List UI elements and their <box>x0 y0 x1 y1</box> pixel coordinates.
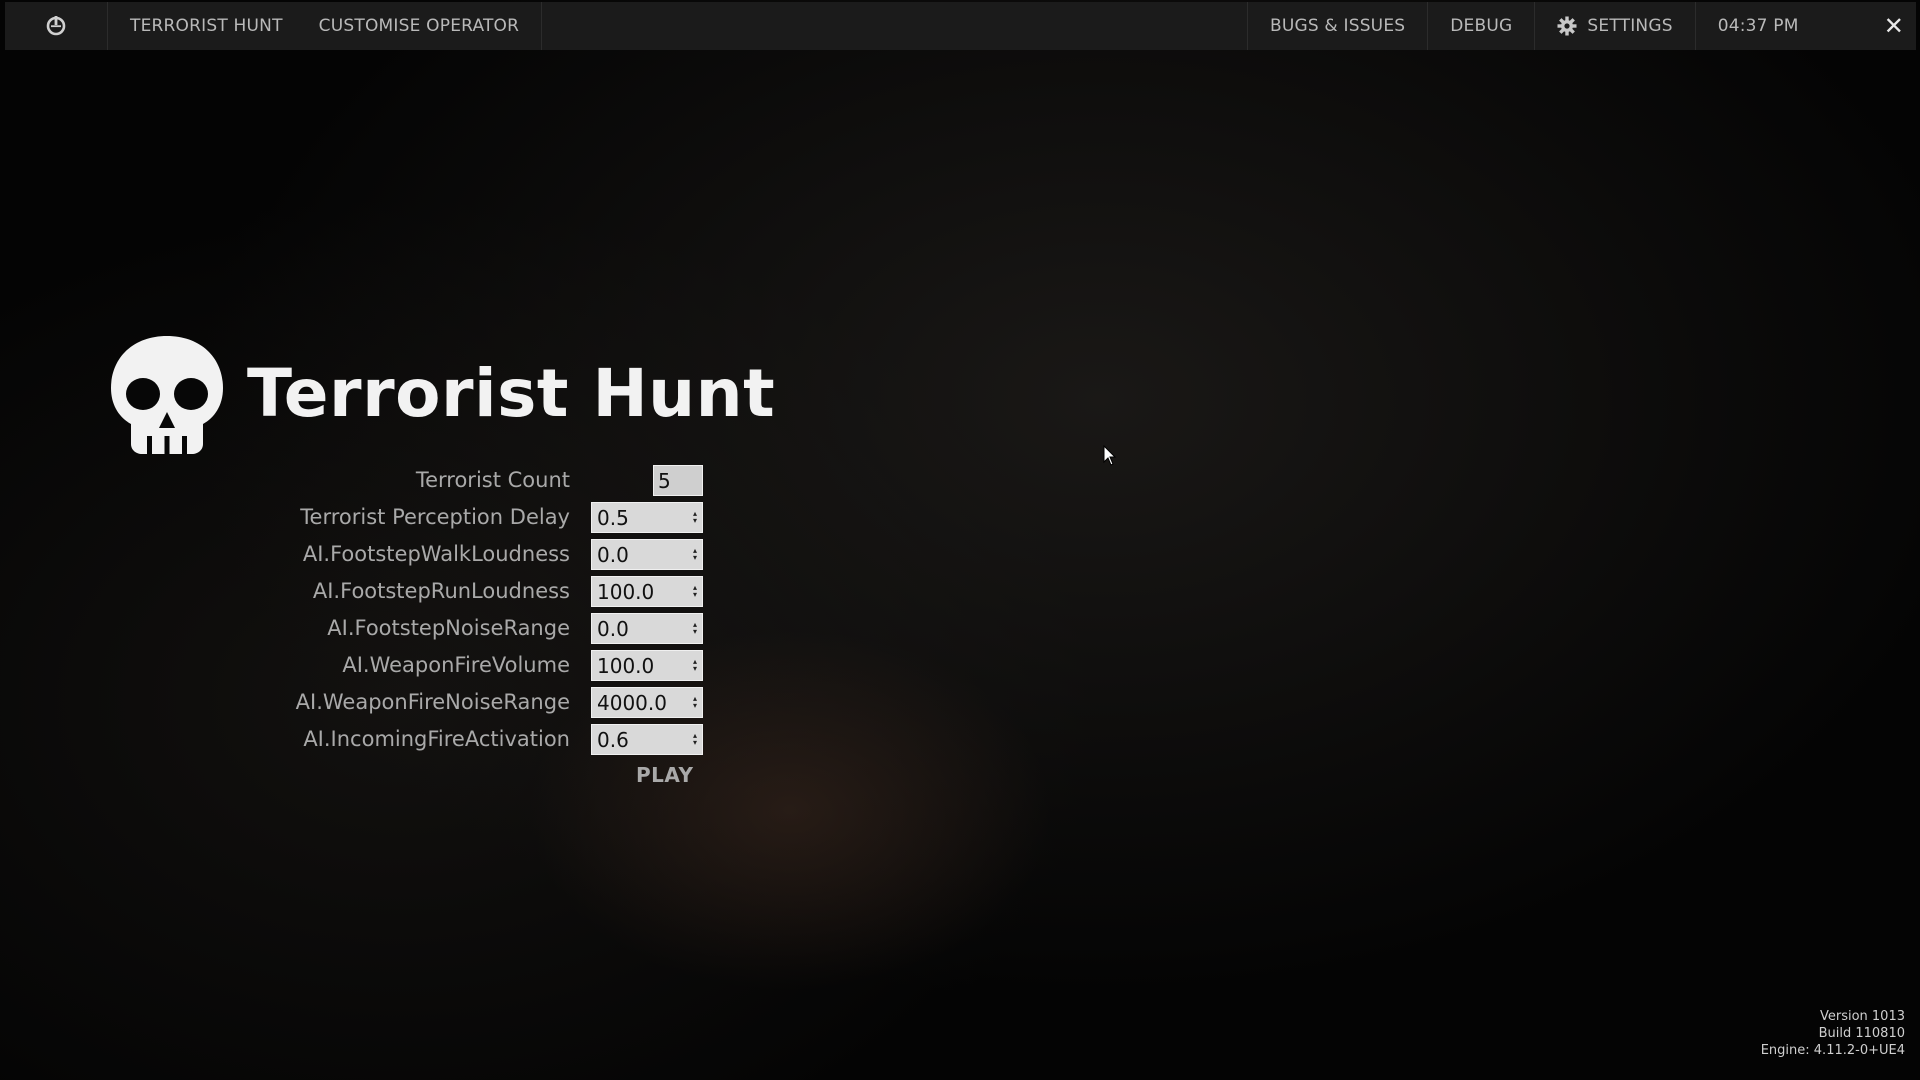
weapon-fire-noise-range-input[interactable] <box>591 687 703 718</box>
spinner-arrows-icon[interactable]: ▴ ▾ <box>691 510 699 525</box>
terrorist-count-input[interactable] <box>653 465 703 496</box>
incoming-fire-activation-row: AI.IncomingFireActivation ▴▾ <box>250 724 705 761</box>
gear-icon <box>1557 16 1577 36</box>
incoming-fire-activation-label: AI.IncomingFireActivation <box>303 727 570 751</box>
close-button[interactable]: ✕ <box>1870 2 1916 50</box>
footstep-run-loudness-input[interactable] <box>591 576 703 607</box>
topbar-spacer <box>542 2 1248 50</box>
footstep-walk-loudness-input[interactable] <box>591 539 703 570</box>
version-text: Version 1013 <box>1819 1009 1905 1024</box>
play-button[interactable]: PLAY <box>636 763 693 787</box>
perception-delay-label: Terrorist Perception Delay <box>300 505 570 529</box>
primary-nav: TERRORIST HUNT CUSTOMISE OPERATOR <box>108 2 543 50</box>
incoming-fire-activation-input[interactable] <box>591 724 703 755</box>
footstep-walk-loudness-row: AI.FootstepWalkLoudness ▴▾ <box>250 539 705 576</box>
footstep-run-loudness-row: AI.FootstepRunLoudness ▴▾ <box>250 576 705 613</box>
game-screen: TERRORIST HUNT CUSTOMISE OPERATOR BUGS &… <box>0 0 1920 1080</box>
spinner-arrows-icon[interactable]: ▴ ▾ <box>691 658 699 673</box>
settings-label: SETTINGS <box>1587 16 1673 36</box>
hunt-settings-form: Terrorist Count Terrorist Perception Del… <box>250 465 705 787</box>
footstep-run-loudness-label: AI.FootstepRunLoudness <box>312 579 570 603</box>
mouse-cursor-icon <box>1103 445 1117 466</box>
terrorist-count-label: Terrorist Count <box>415 468 570 492</box>
bugs-issues-button[interactable]: BUGS & ISSUES <box>1248 2 1429 50</box>
top-nav-bar: TERRORIST HUNT CUSTOMISE OPERATOR BUGS &… <box>5 2 1916 50</box>
footstep-noise-range-row: AI.FootstepNoiseRange ▴▾ <box>250 613 705 650</box>
spinner-arrows-icon[interactable]: ▴ ▾ <box>691 621 699 636</box>
terrorist-count-row: Terrorist Count <box>250 465 705 502</box>
spinner-arrows-icon[interactable]: ▴ ▾ <box>691 695 699 710</box>
perception-delay-row: Terrorist Perception Delay ▴▾ <box>250 502 705 539</box>
weapon-fire-volume-input[interactable] <box>591 650 703 681</box>
footstep-walk-loudness-label: AI.FootstepWalkLoudness <box>302 542 570 566</box>
spinner-arrows-icon[interactable]: ▴ ▾ <box>691 584 699 599</box>
build-text: Build 110810 <box>1818 1026 1905 1041</box>
weapon-fire-volume-label: AI.WeaponFireVolume <box>342 653 570 677</box>
nav-customise-operator[interactable]: CUSTOMISE OPERATOR <box>319 16 519 36</box>
engine-text: Engine: 4.11.2-0+UE4 <box>1760 1043 1905 1058</box>
weapon-fire-noise-range-row: AI.WeaponFireNoiseRange ▴▾ <box>250 687 705 724</box>
nav-terrorist-hunt[interactable]: TERRORIST HUNT <box>130 16 283 36</box>
page-title: Terrorist Hunt <box>247 355 776 432</box>
footstep-noise-range-input[interactable] <box>591 613 703 644</box>
home-logo-button[interactable] <box>5 2 108 50</box>
weapon-fire-volume-row: AI.WeaponFireVolume ▴▾ <box>250 650 705 687</box>
power-logo-icon <box>46 16 66 36</box>
skull-icon <box>111 336 223 454</box>
version-info: Version 1013 Build 110810 Engine: 4.11.2… <box>1761 1008 1905 1059</box>
spinner-arrows-icon[interactable]: ▴ ▾ <box>691 547 699 562</box>
spinner-arrows-icon[interactable]: ▴ ▾ <box>691 732 699 747</box>
debug-button[interactable]: DEBUG <box>1428 2 1536 50</box>
footstep-noise-range-label: AI.FootstepNoiseRange <box>327 616 570 640</box>
clock: 04:37 PM <box>1717 16 1799 36</box>
weapon-fire-noise-range-label: AI.WeaponFireNoiseRange <box>295 690 570 714</box>
settings-button[interactable]: SETTINGS <box>1535 2 1696 50</box>
close-icon: ✕ <box>1883 12 1904 40</box>
perception-delay-input[interactable] <box>591 502 703 533</box>
